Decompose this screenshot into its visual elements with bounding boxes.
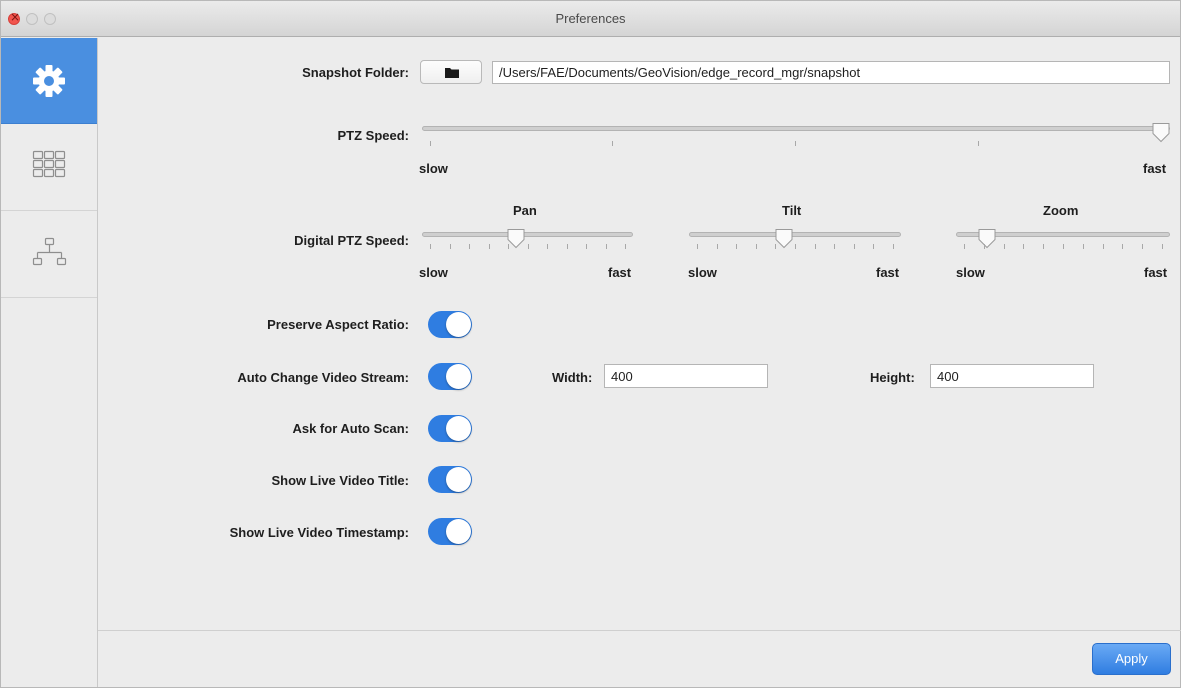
ptz-tick — [612, 141, 613, 146]
ptz-speed-min-label: slow — [419, 161, 448, 176]
tilt-max-label: fast — [876, 265, 900, 280]
preserve-aspect-ratio-label: Preserve Aspect Ratio: — [267, 317, 409, 332]
height-field[interactable]: 400 — [930, 364, 1094, 388]
pan-title: Pan — [513, 203, 537, 218]
show-live-video-title-label: Show Live Video Title: — [271, 473, 410, 488]
tilt-title: Tilt — [782, 203, 802, 218]
grid-icon — [32, 150, 66, 178]
pan-slider-track[interactable] — [422, 232, 633, 237]
sidebar-item-network[interactable] — [1, 212, 97, 298]
tilt-slider-track[interactable] — [689, 232, 901, 237]
sidebar-item-general[interactable] — [1, 38, 97, 124]
ask-for-auto-scan-toggle[interactable] — [428, 415, 472, 442]
slider-tick — [1004, 244, 1005, 249]
toggle-knob — [446, 416, 471, 441]
pan-min-label: slow — [419, 265, 448, 280]
network-tree-icon — [32, 237, 67, 266]
slider-tick — [893, 244, 894, 249]
digital-ptz-speed-label: Digital PTZ Speed: — [294, 233, 409, 248]
ptz-tick — [795, 141, 796, 146]
slider-tick — [795, 244, 796, 249]
preferences-window: Preferences — [0, 0, 1181, 688]
footer-divider — [98, 630, 1181, 631]
auto-change-video-stream-toggle[interactable] — [428, 363, 472, 390]
show-live-video-title-toggle[interactable] — [428, 466, 472, 493]
preserve-aspect-ratio-toggle[interactable] — [428, 311, 472, 338]
slider-tick — [1063, 244, 1064, 249]
pan-max-label: fast — [608, 265, 632, 280]
ptz-speed-thumb[interactable] — [1151, 122, 1171, 144]
slider-tick — [775, 244, 776, 249]
snapshot-path-field[interactable]: /Users/FAE/Documents/GeoVision/edge_reco… — [492, 61, 1170, 84]
slider-tick — [815, 244, 816, 249]
slider-tick — [964, 244, 965, 249]
show-live-video-timestamp-label: Show Live Video Timestamp: — [229, 525, 409, 540]
sidebar — [1, 38, 98, 687]
auto-change-video-stream-label: Auto Change Video Stream: — [237, 370, 409, 385]
slider-tick — [1142, 244, 1143, 249]
ptz-speed-label: PTZ Speed: — [337, 128, 409, 143]
ask-for-auto-scan-label: Ask for Auto Scan: — [292, 421, 409, 436]
slider-tick — [1103, 244, 1104, 249]
slider-tick — [1043, 244, 1044, 249]
toggle-knob — [446, 312, 471, 337]
snapshot-folder-label: Snapshot Folder: — [302, 65, 409, 80]
zoom-title: Zoom — [1043, 203, 1079, 218]
slider-tick — [625, 244, 626, 249]
folder-icon — [445, 68, 459, 78]
toggle-knob — [446, 467, 471, 492]
slider-tick — [567, 244, 568, 249]
slider-tick — [873, 244, 874, 249]
slider-tick — [1122, 244, 1123, 249]
slider-tick — [586, 244, 587, 249]
sidebar-item-layout[interactable] — [1, 125, 97, 211]
slider-tick — [528, 244, 529, 249]
slider-tick — [1023, 244, 1024, 249]
toggle-knob — [446, 364, 471, 389]
ptz-tick — [978, 141, 979, 146]
window-title: Preferences — [555, 11, 626, 26]
pan-slider-thumb[interactable] — [506, 228, 526, 250]
height-label: Height: — [870, 370, 915, 385]
slider-tick — [469, 244, 470, 249]
slider-tick — [717, 244, 718, 249]
slider-tick — [430, 244, 431, 249]
apply-button[interactable]: Apply — [1092, 643, 1171, 675]
tilt-min-label: slow — [688, 265, 717, 280]
slider-tick — [697, 244, 698, 249]
width-field[interactable]: 400 — [604, 364, 768, 388]
slider-tick — [489, 244, 490, 249]
tilt-slider-thumb[interactable] — [774, 228, 794, 250]
ptz-tick — [430, 141, 431, 146]
gear-icon — [33, 65, 65, 97]
slider-tick — [834, 244, 835, 249]
title-bar[interactable]: Preferences — [1, 1, 1180, 37]
slider-tick — [450, 244, 451, 249]
show-live-video-timestamp-toggle[interactable] — [428, 518, 472, 545]
width-label: Width: — [552, 370, 593, 385]
zoom-max-label: fast — [1144, 265, 1168, 280]
toggle-knob — [446, 519, 471, 544]
slider-tick — [1162, 244, 1163, 249]
slider-tick — [984, 244, 985, 249]
slider-tick — [606, 244, 607, 249]
ptz-speed-max-label: fast — [1143, 161, 1167, 176]
slider-tick — [756, 244, 757, 249]
slider-tick — [1083, 244, 1084, 249]
slider-tick — [736, 244, 737, 249]
slider-tick — [547, 244, 548, 249]
choose-folder-button[interactable] — [420, 60, 482, 84]
zoom-slider-thumb[interactable] — [977, 228, 997, 250]
ptz-speed-track[interactable] — [422, 126, 1170, 131]
zoom-min-label: slow — [956, 265, 985, 280]
slider-tick — [508, 244, 509, 249]
slider-tick — [854, 244, 855, 249]
